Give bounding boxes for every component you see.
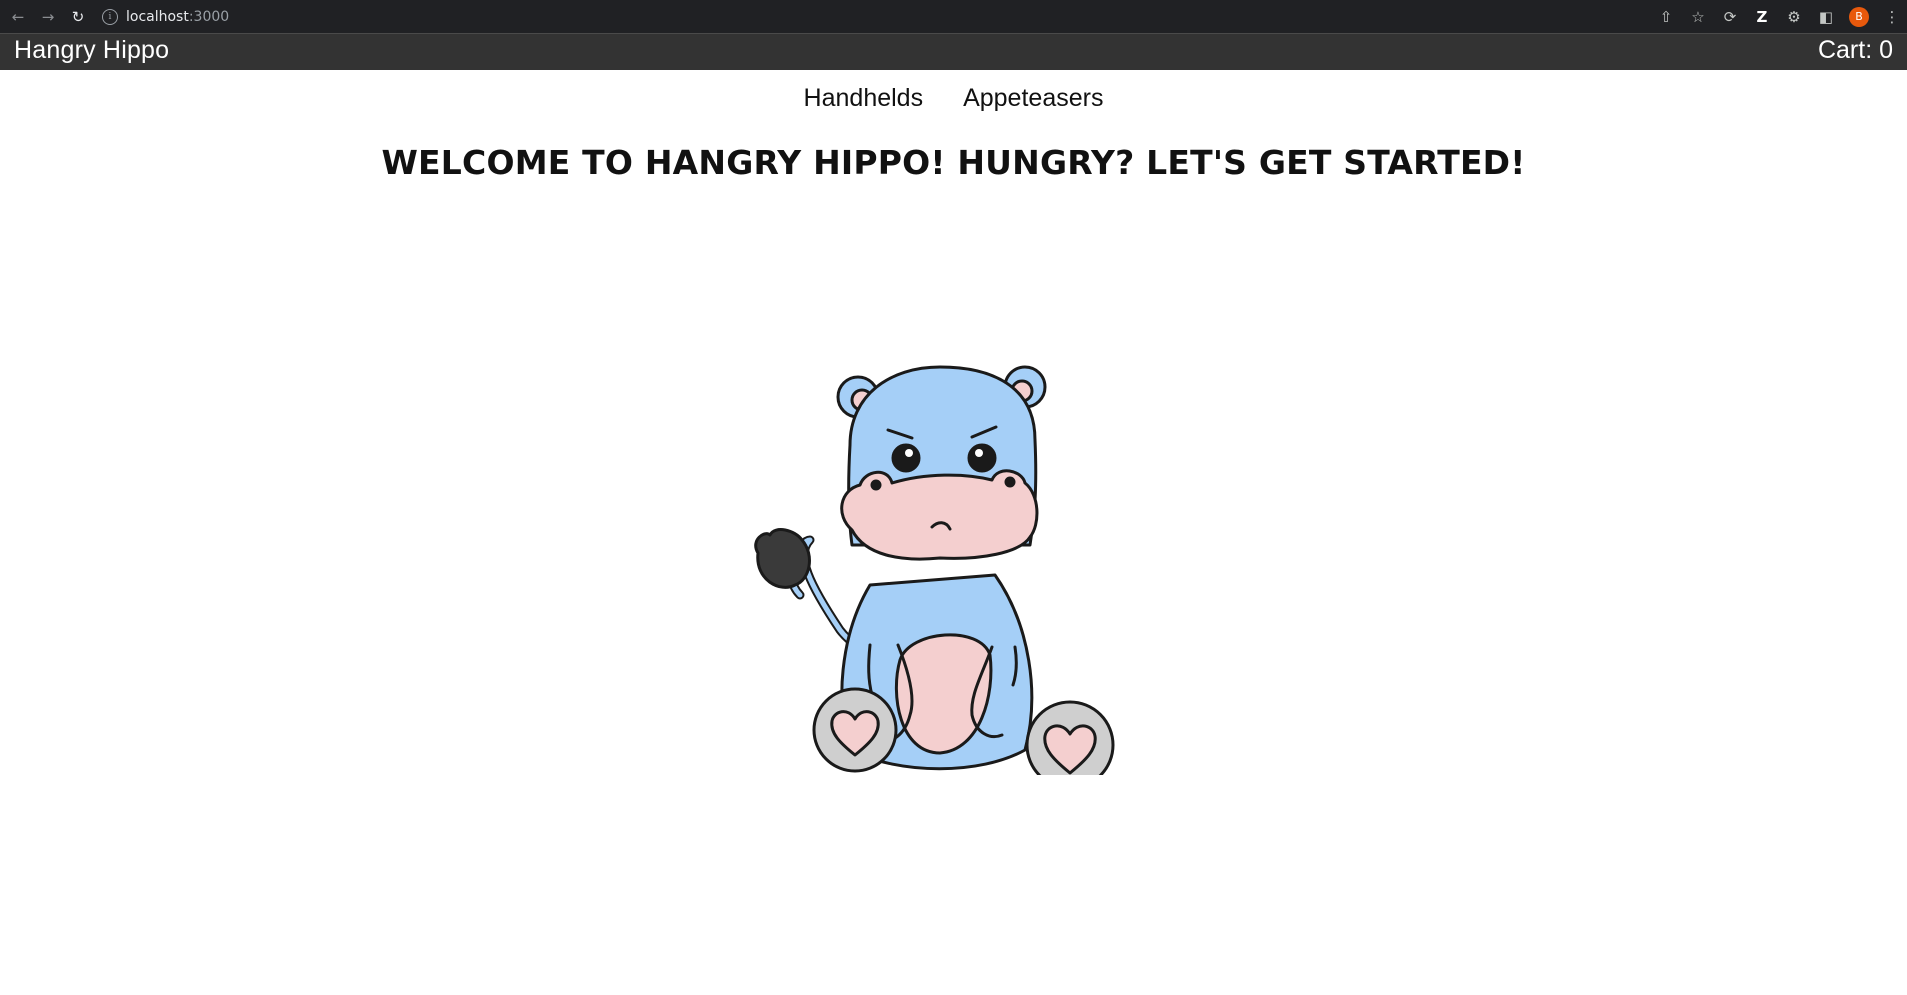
nav-link-handhelds[interactable]: Handhelds: [804, 84, 924, 113]
z-extension-icon[interactable]: Z: [1753, 8, 1771, 26]
url-port: :3000: [188, 8, 230, 25]
hippo-left-eye: [891, 443, 921, 473]
more-menu-icon[interactable]: ⋮: [1883, 8, 1901, 26]
app-header: Hangry Hippo Cart: 0: [0, 33, 1907, 70]
brand-title[interactable]: Hangry Hippo: [14, 36, 169, 65]
nav-link-appeteasers[interactable]: Appeteasers: [963, 84, 1103, 113]
share-icon[interactable]: ⇧: [1657, 8, 1675, 26]
forward-icon[interactable]: →: [36, 5, 60, 29]
site-info-icon[interactable]: i: [102, 8, 118, 25]
extensions-puzzle-icon[interactable]: ⚙: [1785, 8, 1803, 26]
cart-count[interactable]: Cart: 0: [1818, 36, 1893, 65]
hippo-tail-tuft: [754, 528, 811, 589]
welcome-heading: WELCOME TO HANGRY HIPPO! HUNGRY? LET'S G…: [381, 143, 1526, 182]
back-icon[interactable]: ←: [6, 5, 30, 29]
side-panel-icon[interactable]: ◧: [1817, 8, 1835, 26]
hippo-right-nostril: [1004, 476, 1016, 488]
hippo-mascot-illustration: [754, 365, 1115, 775]
url-host: localhost: [126, 8, 189, 25]
category-nav: Handhelds Appeteasers: [0, 84, 1907, 113]
sync-extension-icon[interactable]: ⟳: [1721, 8, 1739, 26]
hippo-left-nostril: [870, 479, 882, 491]
reload-icon[interactable]: ↻: [66, 5, 90, 29]
profile-avatar[interactable]: B: [1849, 6, 1869, 27]
hippo-right-eye: [967, 443, 997, 473]
address-bar[interactable]: i localhost:3000: [102, 3, 1642, 30]
browser-toolbar: ← → ↻ i localhost:3000 ⇧ ☆ ⟳ Z ⚙ ◧ B ⋮: [0, 0, 1907, 33]
bookmark-star-icon[interactable]: ☆: [1689, 8, 1707, 26]
